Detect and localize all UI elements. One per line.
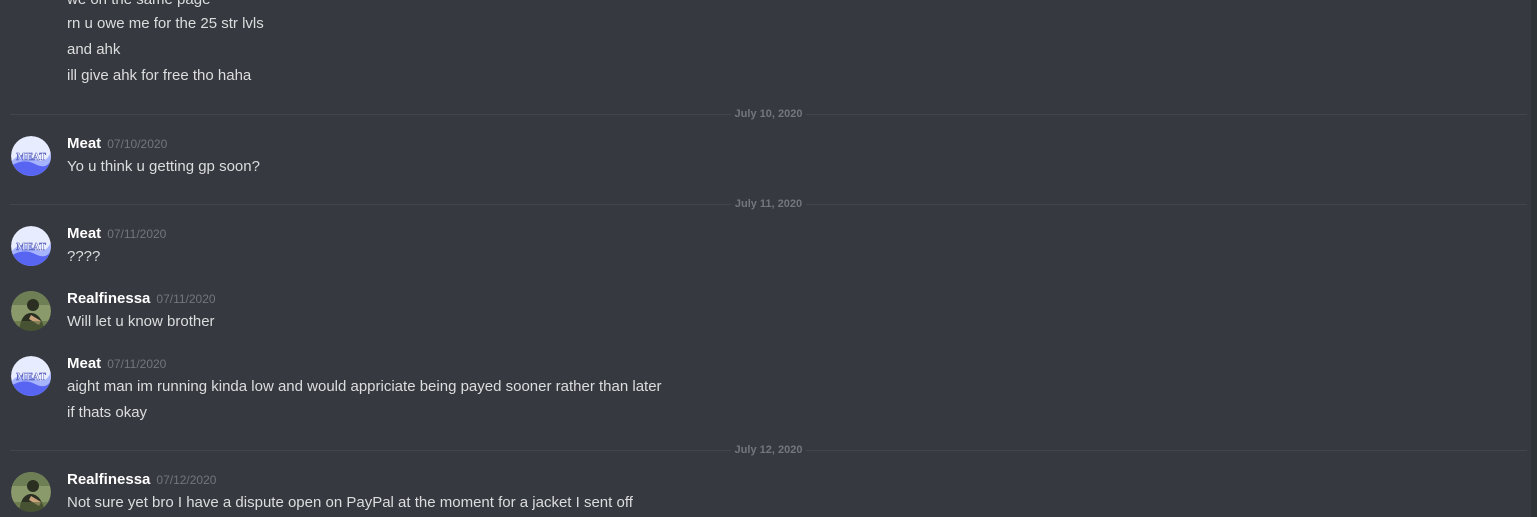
avatar[interactable] xyxy=(11,472,51,512)
username[interactable]: Meat xyxy=(67,355,101,372)
message-line: if thats okay xyxy=(67,404,148,421)
realfinessa-avatar-icon xyxy=(11,291,51,331)
timestamp: 07/11/2020 xyxy=(107,227,167,241)
timestamp: 07/12/2020 xyxy=(156,473,217,487)
message-line: Not sure yet bro I have a dispute open o… xyxy=(67,494,633,511)
message-line: rn u owe me for the 25 str lvls xyxy=(67,15,264,32)
avatar[interactable]: MEAT xyxy=(11,226,51,266)
date-divider-label: July 11, 2020 xyxy=(730,196,807,212)
timestamp: 07/11/2020 xyxy=(156,292,216,306)
avatar-label: MEAT xyxy=(16,243,46,253)
message-line: aight man im running kinda low and would… xyxy=(67,378,662,395)
avatar-label: MEAT xyxy=(16,153,46,163)
meat-avatar-icon: MEAT xyxy=(11,136,51,176)
date-divider: July 12, 2020 xyxy=(10,442,1527,458)
message-line: ???? xyxy=(67,248,101,265)
date-divider: July 11, 2020 xyxy=(10,196,1527,212)
date-divider: July 10, 2020 xyxy=(10,106,1527,122)
realfinessa-avatar-icon xyxy=(11,472,51,512)
message-line: and ahk xyxy=(67,41,121,58)
username[interactable]: Realfinessa xyxy=(67,471,150,488)
meat-avatar-icon: MEAT xyxy=(11,226,51,266)
message-line: ill give ahk for free tho haha xyxy=(67,67,252,84)
timestamp: 07/10/2020 xyxy=(107,137,168,151)
username[interactable]: Meat xyxy=(67,225,101,242)
meat-avatar-icon: MEAT xyxy=(11,356,51,396)
scrollbar[interactable] xyxy=(1531,0,1537,517)
avatar-label: MEAT xyxy=(16,373,46,383)
avatar[interactable] xyxy=(11,291,51,331)
message-line: we on the same page xyxy=(67,0,210,10)
message-line: Yo u think u getting gp soon? xyxy=(67,158,260,175)
message-line: Will let u know brother xyxy=(67,313,215,330)
username[interactable]: Realfinessa xyxy=(67,290,150,307)
username[interactable]: Meat xyxy=(67,135,101,152)
date-divider-label: July 12, 2020 xyxy=(730,442,807,458)
avatar[interactable]: MEAT xyxy=(11,356,51,396)
avatar[interactable]: MEAT xyxy=(11,136,51,176)
date-divider-label: July 10, 2020 xyxy=(730,106,807,122)
timestamp: 07/11/2020 xyxy=(107,357,167,371)
chat-messages-pane[interactable]: we on the same page rn u owe me for the … xyxy=(0,0,1537,517)
